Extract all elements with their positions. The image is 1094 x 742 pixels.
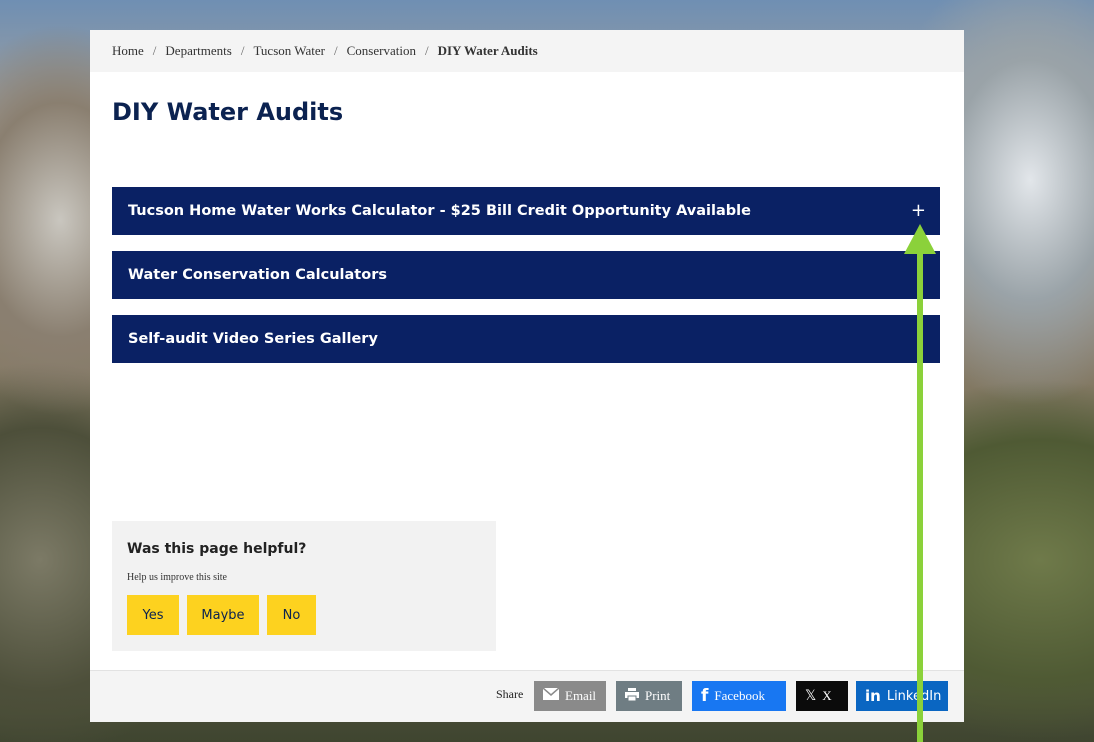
share-facebook-button[interactable]: f Facebook (692, 681, 786, 711)
feedback-subtitle: Help us improve this site (127, 572, 227, 583)
accordion-video-series[interactable]: Self-audit Video Series Gallery (112, 315, 940, 363)
plus-icon[interactable]: + (911, 200, 926, 221)
breadcrumb-separator: / (334, 43, 338, 58)
share-email-button[interactable]: Email (534, 681, 606, 711)
envelope-icon (542, 687, 560, 704)
breadcrumb-tucson-water[interactable]: Tucson Water (253, 43, 325, 59)
accordion-label: Self-audit Video Series Gallery (128, 331, 378, 347)
share-x-label: X (822, 688, 832, 703)
page-title: DIY Water Audits (112, 98, 344, 126)
feedback-no-button[interactable]: No (267, 595, 316, 635)
share-linkedin-label: LinkedIn (886, 688, 942, 704)
linkedin-icon: in (865, 687, 881, 705)
breadcrumb-home[interactable]: Home (112, 43, 144, 59)
feedback-yes-button[interactable]: Yes (127, 595, 179, 635)
breadcrumb-conservation[interactable]: Conservation (347, 43, 416, 59)
breadcrumb-separator: / (152, 43, 157, 58)
share-facebook-label: Facebook (714, 688, 765, 703)
content-panel: Home / Departments / Tucson Water / Cons… (90, 30, 964, 722)
accordion-label: Tucson Home Water Works Calculator - $25… (128, 203, 751, 219)
breadcrumb-current: DIY Water Audits (437, 43, 538, 58)
printer-icon (625, 687, 639, 705)
accordion-home-water-works[interactable]: Tucson Home Water Works Calculator - $25… (112, 187, 940, 235)
breadcrumb-separator: / (424, 43, 429, 58)
share-email-label: Email (565, 688, 597, 703)
share-print-label: Print (645, 688, 671, 703)
feedback-maybe-button[interactable]: Maybe (187, 595, 259, 635)
breadcrumb-separator: / (240, 43, 245, 58)
share-linkedin-button[interactable]: in LinkedIn (856, 681, 948, 711)
feedback-question: Was this page helpful? (127, 541, 307, 557)
x-logo-icon: 𝕏 (805, 688, 817, 704)
share-bar: Share Email Print f Facebook 𝕏 X in Link… (90, 670, 964, 722)
breadcrumb: Home / Departments / Tucson Water / Cons… (90, 30, 964, 72)
breadcrumb-departments[interactable]: Departments (165, 43, 231, 59)
share-x-button[interactable]: 𝕏 X (796, 681, 848, 711)
accordion-label: Water Conservation Calculators (128, 267, 387, 283)
share-label: Share (496, 687, 524, 701)
share-print-button[interactable]: Print (616, 681, 682, 711)
facebook-icon: f (701, 686, 709, 706)
feedback-widget: Was this page helpful? Help us improve t… (112, 521, 496, 651)
accordion-conservation-calculators[interactable]: Water Conservation Calculators (112, 251, 940, 299)
